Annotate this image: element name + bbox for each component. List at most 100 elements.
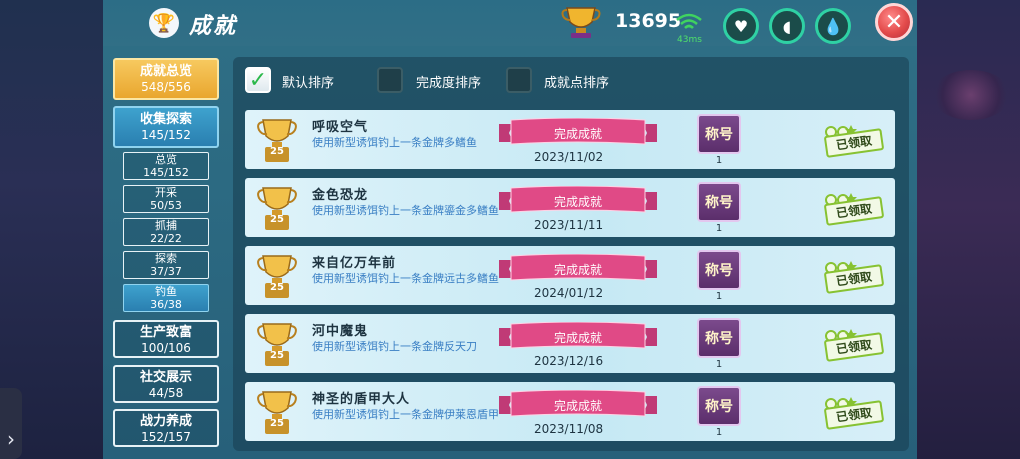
achievement-trophy: 25 (255, 388, 299, 436)
category-explore[interactable]: 收集探索 145/152 (113, 106, 219, 148)
sub-item-capture[interactable]: 抓捕 22/22 (123, 218, 209, 246)
category-label: 社交展示 (139, 370, 192, 385)
category-explore-count: 145/152 (141, 128, 191, 142)
completion-ribbon: 完成成就 (499, 185, 657, 216)
sort-points-checkbox[interactable] (506, 67, 532, 93)
sort-points-label: 成就点排序 (544, 76, 610, 91)
title-reward-badge[interactable]: 称号 (697, 182, 741, 222)
category-combat[interactable]: 战力养成 152/157 (113, 409, 219, 447)
achievement-row: 25 河中魔鬼 使用新型诱饵钓上一条金牌反天刀 完成成就 2023/12/16 … (245, 314, 895, 373)
sort-default-label: 默认排序 (282, 76, 335, 91)
category-summary-label: 成就总览 (139, 64, 192, 79)
sub-item-label: 探索 (155, 252, 177, 265)
sub-item-count: 37/37 (150, 265, 182, 278)
title-reward-label: 称号 (705, 263, 733, 279)
sort-bar: ✓ 默认排序 完成度排序 成就点排序 (233, 57, 909, 103)
completion-ribbon: 完成成就 (499, 117, 657, 148)
category-social[interactable]: 社交展示 44/58 (113, 365, 219, 403)
category-count: 152/157 (141, 430, 191, 444)
ribbon-label: 完成成就 (553, 263, 602, 277)
achievement-name: 呼吸空气 (312, 120, 369, 135)
achievement-date: 2023/12/16 (534, 354, 604, 368)
heart-icon: ♥ (733, 16, 749, 36)
close-button[interactable]: ✕ (875, 3, 913, 41)
achievement-trophy: 25 (255, 252, 299, 300)
achievement-date: 2023/11/08 (534, 422, 604, 436)
achievement-date: 2023/11/02 (534, 150, 604, 164)
achievement-desc: 使用新型诱饵钓上一条金牌伊莱恩盾甲 (312, 408, 499, 421)
title-reward-badge[interactable]: 称号 (697, 250, 741, 290)
achievement-list-area: ✓ 默认排序 完成度排序 成就点排序 25 呼吸空气 使用新型诱饵钓上一条金牌多… (233, 57, 909, 451)
water-stat[interactable]: 💧 (815, 8, 851, 44)
sub-item-label: 抓捕 (155, 219, 177, 232)
category-production[interactable]: 生产致富 100/106 (113, 320, 219, 358)
achievement-points-value: 25 (270, 418, 284, 429)
achievement-desc: 使用新型诱饵钓上一条金牌远古多鳍鱼 (312, 272, 499, 285)
category-label: 战力养成 (139, 414, 192, 429)
water-drop-icon: 💧 (823, 16, 843, 36)
health-stat[interactable]: ♥ (723, 8, 759, 44)
category-count: 100/106 (141, 341, 191, 355)
achievement-name: 神圣的盾甲大人 (312, 392, 411, 407)
title-reward-badge[interactable]: 称号 (697, 114, 741, 154)
wifi-icon (676, 13, 702, 29)
achievement-points-value: 25 (270, 282, 284, 293)
sub-item-mining[interactable]: 开采 50/53 (123, 185, 209, 213)
achievement-trophy: 25 (255, 184, 299, 232)
claimed-stamp: 已领取 (817, 392, 895, 432)
sub-item-label: 开采 (155, 186, 177, 199)
achievement-row: 25 神圣的盾甲大人 使用新型诱饵钓上一条金牌伊莱恩盾甲 完成成就 2023/1… (245, 382, 895, 441)
sub-item-count: 36/38 (150, 298, 182, 311)
expand-side-tab[interactable]: › (0, 388, 22, 459)
title-reward-label: 称号 (705, 195, 733, 211)
sub-item-label: 总览 (155, 153, 177, 166)
sort-default-checkbox[interactable]: ✓ (245, 67, 271, 93)
title-reward-label: 称号 (705, 399, 733, 415)
ribbon-label: 完成成就 (553, 127, 602, 141)
achievement-points-value: 25 (270, 146, 284, 157)
achievement-desc: 使用新型诱饵钓上一条金牌反天刀 (312, 340, 477, 353)
reward-count: 1 (715, 427, 723, 438)
hunger-stat[interactable]: ◖ (769, 8, 805, 44)
achievement-cup-icon (561, 7, 601, 38)
top-bar: 🏆 成就 13695 43ms ♥ ◖ 💧 ✕ (103, 0, 917, 46)
achievement-row: 25 金色恐龙 使用新型诱饵钓上一条金牌鎏金多鳍鱼 完成成就 2023/11/1… (245, 178, 895, 237)
close-icon: ✕ (884, 9, 904, 35)
background-scene-right (917, 0, 1020, 459)
title-reward-label: 称号 (705, 127, 733, 143)
achievement-date: 2023/11/11 (534, 218, 604, 232)
category-summary-count: 548/556 (141, 80, 191, 94)
ping-indicator: 43ms (677, 35, 702, 45)
title-reward-badge[interactable]: 称号 (697, 386, 741, 426)
sort-completion-checkbox[interactable] (377, 67, 403, 93)
claimed-stamp: 已领取 (817, 256, 895, 296)
claimed-stamp: 已领取 (817, 324, 895, 364)
sub-item-label: 钓鱼 (155, 285, 177, 298)
claimed-stamp: 已领取 (817, 120, 895, 160)
ribbon-label: 完成成就 (553, 331, 602, 345)
achievement-row: 25 来自亿万年前 使用新型诱饵钓上一条金牌远古多鳍鱼 完成成就 2024/01… (245, 246, 895, 305)
sort-completion-label: 完成度排序 (416, 76, 482, 91)
sub-item-overview[interactable]: 总览 145/152 (123, 152, 209, 180)
ribbon-label: 完成成就 (553, 399, 602, 413)
achievement-trophy: 25 (255, 116, 299, 164)
checkmark-icon: ✓ (248, 67, 268, 93)
sub-item-fishing[interactable]: 钓鱼 36/38 (123, 284, 209, 312)
achievement-name: 来自亿万年前 (312, 256, 397, 271)
reward-count: 1 (715, 359, 723, 370)
reward-count: 1 (715, 291, 723, 302)
achievement-row: 25 呼吸空气 使用新型诱饵钓上一条金牌多鳍鱼 完成成就 2023/11/02 … (245, 110, 895, 169)
achievement-trophy: 25 (255, 320, 299, 368)
category-summary[interactable]: 成就总览 548/556 (113, 58, 219, 100)
completion-ribbon: 完成成就 (499, 389, 657, 420)
reward-count: 1 (715, 155, 723, 166)
category-explore-label: 收集探索 (139, 112, 192, 127)
completion-ribbon: 完成成就 (499, 253, 657, 284)
drumstick-icon: ◖ (782, 16, 792, 36)
page-title: 成就 (189, 14, 238, 39)
sub-item-explore[interactable]: 探索 37/37 (123, 251, 209, 279)
completion-ribbon: 完成成就 (499, 321, 657, 352)
title-reward-badge[interactable]: 称号 (697, 318, 741, 358)
achievement-desc: 使用新型诱饵钓上一条金牌鎏金多鳍鱼 (312, 204, 499, 217)
trophy-icon: 🏆 (149, 8, 179, 38)
